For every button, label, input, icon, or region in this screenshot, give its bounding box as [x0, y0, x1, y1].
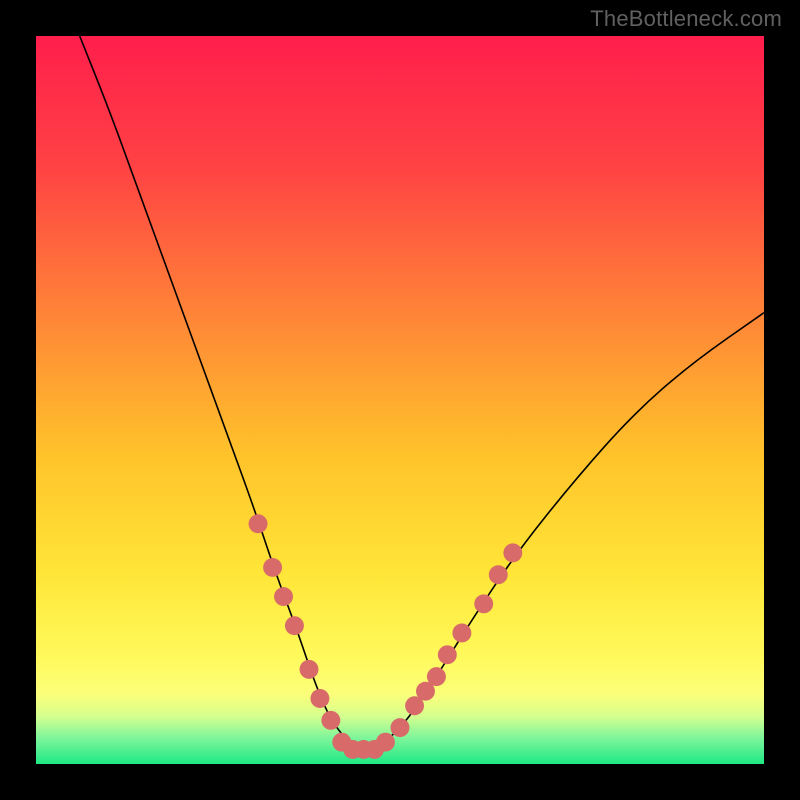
bottleneck-curve — [80, 36, 764, 749]
bottleneck-curve-svg — [36, 36, 764, 764]
curve-marker — [263, 558, 282, 577]
curve-marker — [376, 733, 395, 752]
chart-frame: TheBottleneck.com — [0, 0, 800, 800]
curve-marker — [285, 616, 304, 635]
curve-marker — [249, 514, 268, 533]
curve-marker — [321, 711, 340, 730]
curve-marker — [489, 565, 508, 584]
curve-marker — [300, 660, 319, 679]
curve-marker — [503, 543, 522, 562]
curve-markers — [249, 514, 523, 759]
attribution-label: TheBottleneck.com — [590, 6, 782, 32]
curve-marker — [474, 594, 493, 613]
curve-marker — [427, 667, 446, 686]
curve-marker — [310, 689, 329, 708]
curve-marker — [391, 718, 410, 737]
curve-marker — [274, 587, 293, 606]
curve-marker — [452, 623, 471, 642]
plot-area — [36, 36, 764, 764]
curve-marker — [438, 645, 457, 664]
